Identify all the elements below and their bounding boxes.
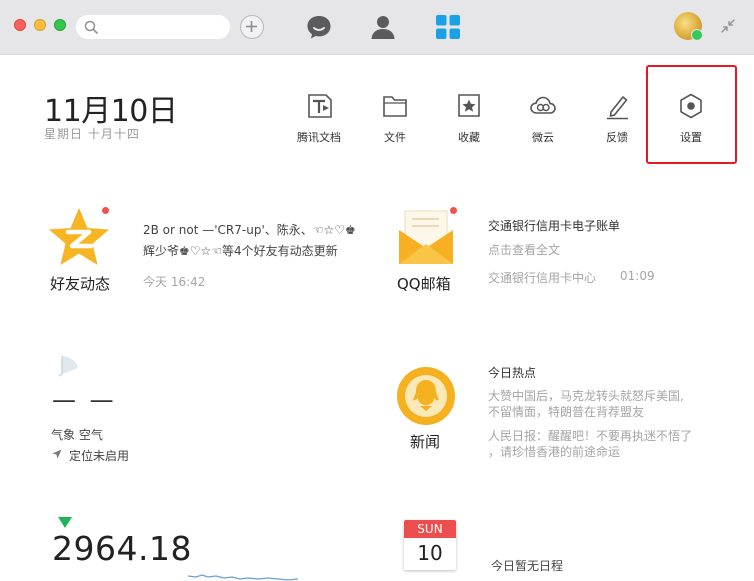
news-item2-line1[interactable]: 人民日报：醒醒吧！不要再执迷不悟了 xyxy=(488,427,692,444)
qq-mail-envelope-icon[interactable] xyxy=(397,208,455,266)
folder-icon xyxy=(383,96,407,117)
apps-grid-icon[interactable] xyxy=(433,12,463,42)
plus-icon xyxy=(246,21,257,32)
calendar-day: 10 xyxy=(417,541,443,565)
friends-title[interactable]: 好友动态 xyxy=(50,273,110,294)
news-item2-line2[interactable]: ，请珍惜香港的前途命运 xyxy=(488,443,620,460)
favorites-star-icon xyxy=(458,94,480,117)
mail-time: 01:09 xyxy=(620,269,655,283)
calendar-weekday: SUN xyxy=(404,520,456,538)
stock-index-value[interactable]: 2964.18 xyxy=(52,529,192,568)
window-minimize-button[interactable] xyxy=(34,19,46,31)
weiyun-cloud-icon xyxy=(530,96,556,114)
friends-update-line1[interactable]: 2B or not —'CR7-up'、陈永、☜☆♡♚ xyxy=(143,221,356,238)
friends-update-line2[interactable]: 辉少爷♚♡☆☜等4个好友有动态更新 xyxy=(143,242,338,259)
stock-sparkline xyxy=(188,574,298,581)
window-close-button[interactable] xyxy=(14,19,26,31)
weekday-lunar-date: 星期日 十月十四 xyxy=(44,127,140,141)
mail-sender: 交通银行信用卡中心 xyxy=(488,271,597,285)
location-arrow-icon xyxy=(52,449,62,459)
title-bar xyxy=(0,0,754,55)
news-item1-line1[interactable]: 大赞中国后，马克龙转头就怒斥美国, xyxy=(488,387,684,404)
contact-person-icon[interactable] xyxy=(368,12,398,42)
friends-update-time: 今天 16:42 xyxy=(143,275,206,289)
tool-label: 微云 xyxy=(532,131,554,144)
favorites-button[interactable]: 收藏 xyxy=(439,91,499,145)
schedule-empty-text[interactable]: 今日暂无日程 xyxy=(491,557,563,574)
mail-title[interactable]: QQ邮箱 xyxy=(397,273,451,294)
chat-bubble-icon[interactable] xyxy=(304,12,334,42)
feedback-pencil-icon xyxy=(607,96,628,120)
news-penguin-icon[interactable] xyxy=(396,366,456,426)
tencent-docs-button[interactable]: 腾讯文档 xyxy=(289,91,349,145)
weather-air-labels[interactable]: 气象 空气 xyxy=(51,426,103,443)
weather-unknown-icon[interactable] xyxy=(56,352,82,378)
online-status-dot xyxy=(691,29,703,41)
news-heading[interactable]: 今日热点 xyxy=(488,364,536,381)
window-zoom-button[interactable] xyxy=(54,19,66,31)
tool-label: 收藏 xyxy=(458,131,480,144)
tencent-docs-icon xyxy=(308,94,332,118)
search-icon xyxy=(84,20,98,34)
down-triangle-icon xyxy=(58,517,72,528)
mail-hint[interactable]: 点击查看全文 xyxy=(488,241,560,258)
add-button[interactable] xyxy=(240,15,264,39)
weiyun-button[interactable]: 微云 xyxy=(513,91,573,145)
tool-label: 文件 xyxy=(384,131,406,144)
feedback-button[interactable]: 反馈 xyxy=(587,91,647,145)
news-item1-line2[interactable]: 不留情面，特朗普在背荐盟友 xyxy=(488,403,644,420)
collapse-arrows-icon[interactable] xyxy=(720,18,736,34)
calendar-icon[interactable]: SUN 10 xyxy=(404,520,456,570)
tool-label: 腾讯文档 xyxy=(297,131,341,144)
search-input[interactable] xyxy=(76,15,230,39)
settings-highlight-box xyxy=(646,65,737,164)
location-status[interactable]: 定位未启用 xyxy=(69,447,129,464)
news-title[interactable]: 新闻 xyxy=(410,431,440,452)
weather-temperature: — — xyxy=(52,386,117,414)
mail-subject[interactable]: 交通银行信用卡电子账单 xyxy=(488,217,620,234)
tool-label: 反馈 xyxy=(606,131,628,144)
files-button[interactable]: 文件 xyxy=(365,91,425,145)
friends-unread-dot xyxy=(102,207,109,214)
qzone-star-icon[interactable] xyxy=(46,206,112,270)
date-title: 11月10日 xyxy=(44,94,178,129)
mail-unread-dot xyxy=(450,207,457,214)
